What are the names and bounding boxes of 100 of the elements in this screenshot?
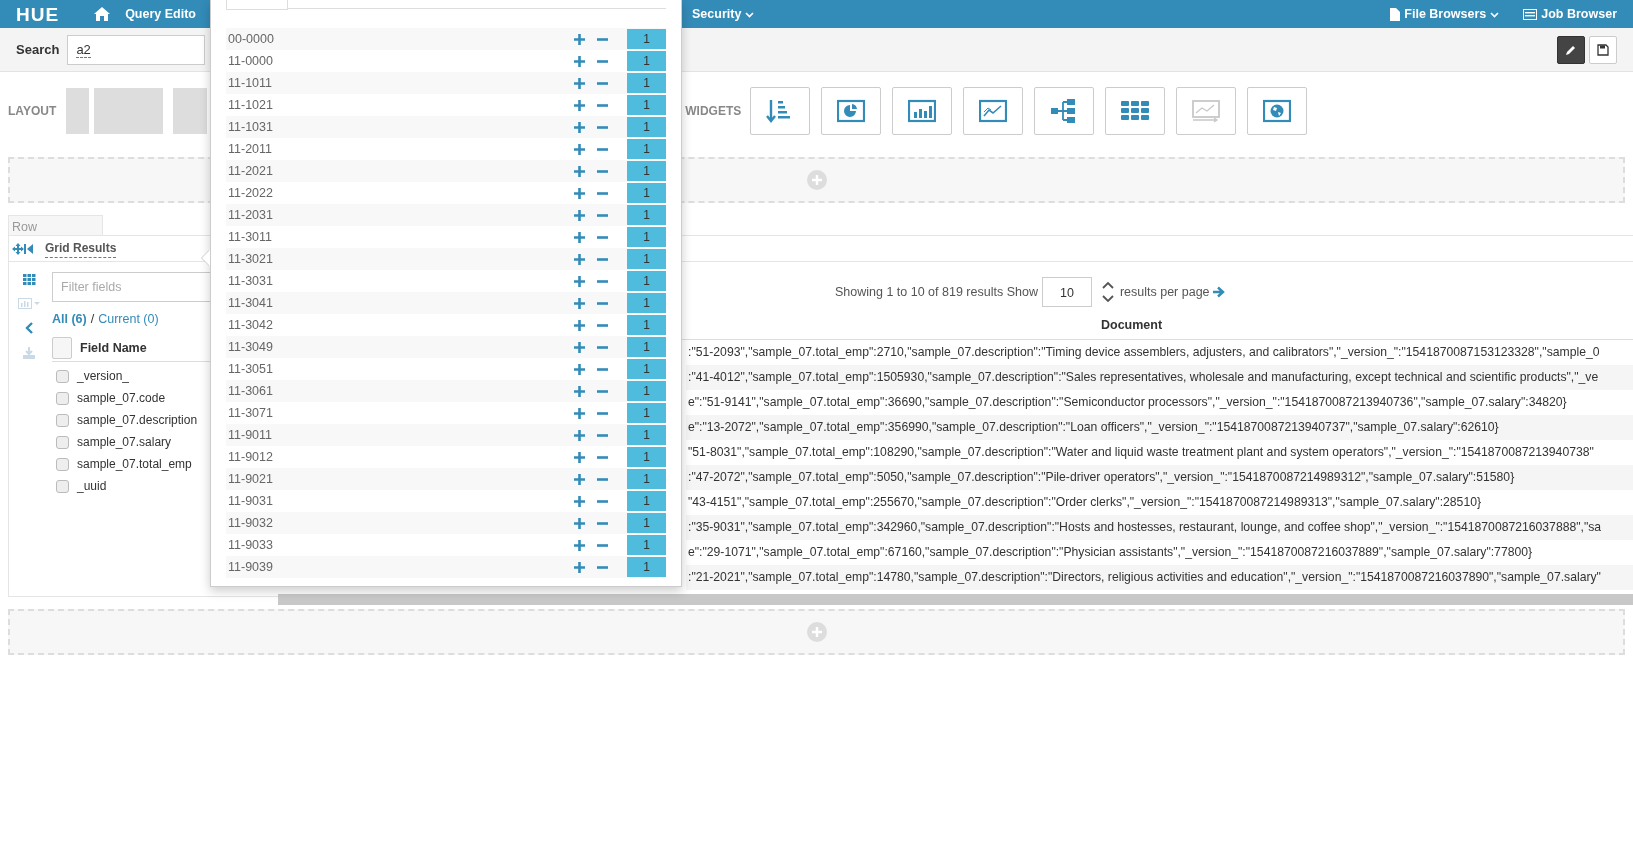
include-button[interactable]: [571, 253, 587, 265]
page-size-field[interactable]: 10: [1041, 277, 1092, 307]
include-button[interactable]: [571, 319, 587, 331]
checkbox[interactable]: [56, 435, 69, 449]
current-fields-link[interactable]: Current (0): [98, 310, 159, 330]
facet-value[interactable]: 11-2011: [226, 139, 273, 159]
exclude-button[interactable]: [594, 301, 610, 305]
exclude-button[interactable]: [594, 389, 610, 393]
facet-value[interactable]: 11-3041: [226, 293, 273, 313]
include-button[interactable]: [571, 33, 587, 45]
exclude-button[interactable]: [594, 499, 610, 503]
exclude-button[interactable]: [594, 477, 610, 481]
arrow-right-icon[interactable]: [1212, 286, 1225, 298]
spinner-icon[interactable]: [1101, 281, 1114, 303]
include-button[interactable]: [571, 99, 587, 111]
include-button[interactable]: [571, 341, 587, 353]
include-button[interactable]: [571, 165, 587, 177]
exclude-button[interactable]: [594, 279, 610, 283]
facet-value[interactable]: 11-3061: [226, 381, 273, 401]
checkbox[interactable]: [56, 413, 69, 427]
facet-value[interactable]: 11-9012: [226, 447, 273, 467]
nav-link[interactable]: Job Browser: [1523, 4, 1617, 24]
widget-button[interactable]: [750, 87, 811, 135]
include-button[interactable]: [571, 429, 587, 441]
menu-dropdown[interactable]: File Browsers: [1390, 4, 1500, 24]
exclude-button[interactable]: [594, 521, 610, 525]
facet-value[interactable]: 11-3049: [226, 337, 273, 357]
edit-button[interactable]: [1557, 35, 1585, 64]
app-logo[interactable]: HUE: [16, 4, 60, 24]
checkbox[interactable]: [56, 479, 69, 493]
include-button[interactable]: [571, 495, 587, 507]
facet-value[interactable]: 11-2021: [226, 161, 273, 181]
facet-value[interactable]: 11-9021: [226, 469, 273, 489]
widget-button[interactable]: [821, 87, 882, 135]
widget-title[interactable]: Grid Results: [45, 239, 117, 258]
facet-value[interactable]: 11-9032: [226, 513, 273, 533]
facet-value[interactable]: 11-2031: [226, 205, 273, 225]
exclude-button[interactable]: [594, 345, 610, 349]
facet-value[interactable]: 11-9033: [226, 535, 273, 555]
all-fields-link[interactable]: All (6): [52, 310, 87, 330]
home-icon[interactable]: [93, 6, 112, 22]
exclude-button[interactable]: [594, 565, 610, 569]
chevron-left-icon[interactable]: [25, 322, 33, 334]
save-button[interactable]: [1589, 35, 1617, 64]
include-button[interactable]: [571, 297, 587, 309]
exclude-button[interactable]: [594, 213, 610, 217]
widget-button[interactable]: [892, 87, 953, 135]
checkbox[interactable]: [56, 457, 69, 471]
move-icon[interactable]: [12, 242, 24, 255]
exclude-button[interactable]: [594, 235, 610, 239]
exclude-button[interactable]: [594, 543, 610, 547]
include-button[interactable]: [571, 473, 587, 485]
facet-value[interactable]: 11-9039: [226, 557, 273, 577]
include-button[interactable]: [571, 231, 587, 243]
include-button[interactable]: [571, 77, 587, 89]
exclude-button[interactable]: [594, 323, 610, 327]
layout-thumbnail[interactable]: [94, 88, 164, 134]
facet-value[interactable]: 11-2022: [226, 183, 273, 203]
exclude-button[interactable]: [594, 169, 610, 173]
facet-value[interactable]: 11-3021: [226, 249, 273, 269]
widget-button[interactable]: [1034, 87, 1095, 135]
widget-button[interactable]: [963, 87, 1024, 135]
checkbox[interactable]: [56, 369, 69, 383]
menu-dropdown[interactable]: Security: [692, 4, 755, 24]
checkbox[interactable]: [56, 391, 69, 405]
include-button[interactable]: [571, 121, 587, 133]
exclude-button[interactable]: [594, 125, 610, 129]
facet-value[interactable]: 11-3011: [226, 227, 273, 247]
include-button[interactable]: [571, 539, 587, 551]
include-button[interactable]: [571, 187, 587, 199]
facet-value[interactable]: 11-3051: [226, 359, 273, 379]
facet-value[interactable]: 11-9031: [226, 491, 273, 511]
facet-value[interactable]: 11-9011: [226, 425, 273, 445]
exclude-button[interactable]: [594, 81, 610, 85]
exclude-button[interactable]: [594, 257, 610, 261]
facet-value[interactable]: 11-1021: [226, 95, 273, 115]
exclude-button[interactable]: [594, 455, 610, 459]
exclude-button[interactable]: [594, 411, 610, 415]
include-button[interactable]: [571, 561, 587, 573]
search-field[interactable]: a2: [67, 34, 206, 65]
horizontal-scrollbar[interactable]: [278, 594, 1633, 605]
facet-value[interactable]: 11-3071: [226, 403, 273, 423]
select-all-checkbox[interactable]: [52, 337, 72, 359]
exclude-button[interactable]: [594, 59, 610, 63]
nav-link[interactable]: Query Edito: [125, 4, 196, 24]
include-button[interactable]: [571, 517, 587, 529]
facet-value[interactable]: 11-1031: [226, 117, 273, 137]
collapse-icon[interactable]: [24, 243, 33, 254]
include-button[interactable]: [571, 451, 587, 463]
widget-button[interactable]: [1105, 87, 1166, 135]
include-button[interactable]: [571, 143, 587, 155]
layout-thumbnail[interactable]: [173, 88, 208, 134]
exclude-button[interactable]: [594, 367, 610, 371]
exclude-button[interactable]: [594, 103, 610, 107]
exclude-button[interactable]: [594, 191, 610, 195]
layout-thumbnail[interactable]: [66, 88, 90, 134]
include-button[interactable]: [571, 209, 587, 221]
facet-value[interactable]: 11-0000: [226, 51, 273, 71]
include-button[interactable]: [571, 275, 587, 287]
facet-value[interactable]: 11-1011: [226, 73, 273, 93]
